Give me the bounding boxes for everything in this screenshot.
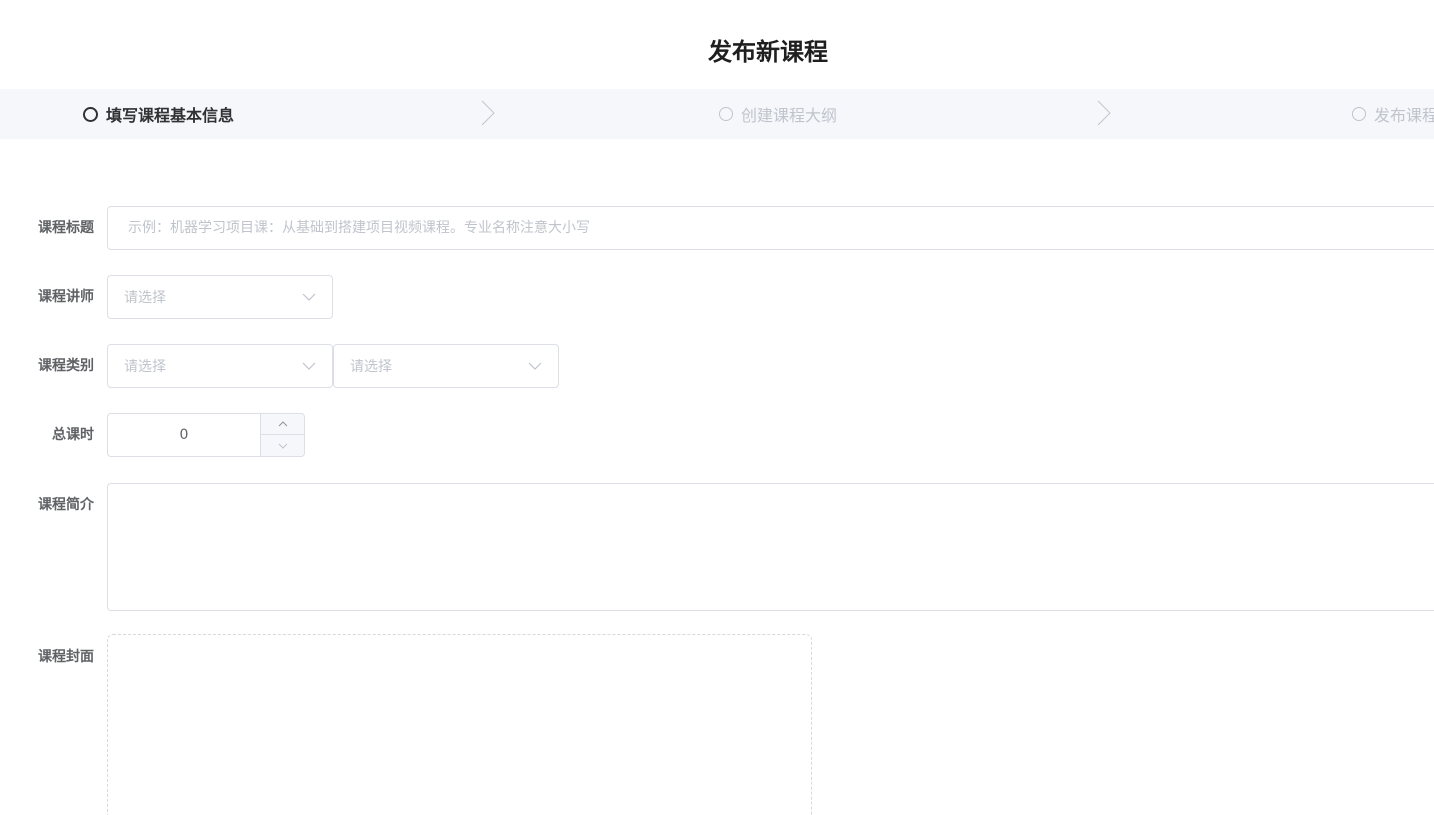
increase-button[interactable] — [260, 414, 304, 435]
circle-outline-icon — [1352, 107, 1366, 121]
step-outline: 创建课程大纲 — [719, 89, 837, 139]
chevron-up-icon — [278, 421, 287, 427]
category-level1-select[interactable]: 请选择 — [107, 344, 333, 388]
circle-outline-icon — [83, 106, 98, 122]
lesson-num-value[interactable]: 0 — [108, 414, 260, 456]
category-level2-select[interactable]: 请选择 — [333, 344, 559, 388]
chevron-down-icon — [278, 443, 287, 449]
course-title-label: 课程标题 — [38, 220, 94, 236]
description-textarea[interactable] — [107, 483, 1434, 611]
cover-label: 课程封面 — [38, 649, 94, 665]
step-publish: 发布课程 — [1352, 89, 1434, 139]
cover-upload-area[interactable] — [107, 634, 812, 815]
step-label: 创建课程大纲 — [741, 106, 838, 125]
circle-outline-icon — [719, 107, 733, 121]
chevron-down-icon — [528, 362, 542, 370]
decrease-button[interactable] — [260, 435, 304, 456]
chevron-down-icon — [302, 293, 316, 301]
step-basic-info: 填写课程基本信息 — [83, 89, 234, 139]
lesson-num-stepper: 0 — [107, 413, 305, 457]
chevron-down-icon — [302, 362, 316, 370]
page-title: 发布新课程 — [708, 38, 828, 66]
publish-course-page: 发布新课程 填写课程基本信息 创建课程大纲 发布课程 课程标题 课程讲师 请选择… — [0, 0, 1434, 815]
step-label: 发布课程 — [1374, 106, 1434, 125]
teacher-select[interactable]: 请选择 — [107, 275, 333, 319]
steps-bar: 填写课程基本信息 创建课程大纲 发布课程 — [0, 89, 1434, 139]
chevron-right-icon — [1097, 100, 1111, 126]
category-level1-placeholder: 请选择 — [124, 359, 166, 375]
description-label: 课程简介 — [38, 497, 94, 513]
course-category-label: 课程类别 — [38, 358, 94, 374]
chevron-right-icon — [481, 100, 495, 126]
course-teacher-label: 课程讲师 — [38, 289, 94, 305]
lesson-num-label: 总课时 — [52, 427, 94, 443]
category-level2-placeholder: 请选择 — [350, 359, 392, 375]
course-title-input[interactable] — [107, 206, 1434, 250]
step-label: 填写课程基本信息 — [106, 106, 235, 125]
teacher-select-placeholder: 请选择 — [124, 290, 166, 306]
